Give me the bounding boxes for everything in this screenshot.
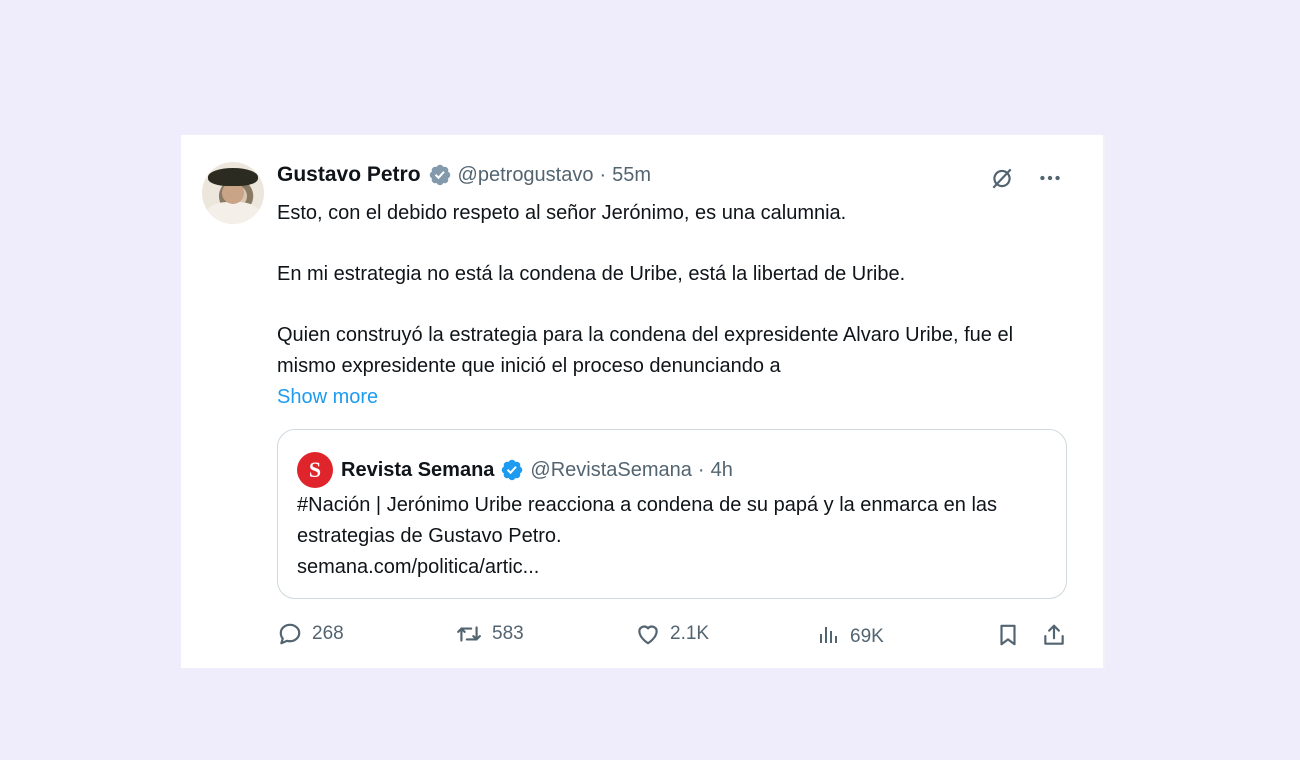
- quoted-paragraph: #Nación | Jerónimo Uribe reacciona a con…: [297, 494, 998, 547]
- reply-count: 268: [312, 623, 344, 644]
- author-handle[interactable]: @petrogustavo: [458, 164, 594, 187]
- separator: ·: [599, 163, 607, 186]
- tweet-paragraph: En mi estrategia no está la condena de U…: [277, 263, 906, 285]
- timestamp[interactable]: 55m: [612, 164, 651, 187]
- tweet-text: Esto, con el debido respeto al señor Jer…: [277, 198, 1037, 413]
- semana-logo[interactable]: S: [297, 452, 333, 488]
- verified-badge-icon: [500, 458, 524, 482]
- reply-button[interactable]: 268: [277, 621, 344, 647]
- tweet-paragraph: Quien construyó la estrategia para la co…: [277, 324, 1014, 377]
- quoted-header: S Revista Semana @RevistaSemana · 4h: [297, 452, 733, 488]
- tweet-header: Gustavo Petro @petrogustavo · 55m: [277, 163, 651, 187]
- more-icon[interactable]: [1037, 165, 1063, 191]
- quoted-tweet[interactable]: S Revista Semana @RevistaSemana · 4h #Na…: [277, 429, 1067, 599]
- like-count: 2.1K: [670, 623, 710, 644]
- tweet-paragraph: Esto, con el debido respeto al señor Jer…: [277, 202, 847, 224]
- quoted-text: #Nación | Jerónimo Uribe reacciona a con…: [297, 490, 1057, 583]
- divider: [1103, 135, 1105, 668]
- tweet-top-actions: [989, 165, 1063, 191]
- separator: ·: [697, 458, 705, 481]
- show-more-link[interactable]: Show more: [277, 382, 378, 413]
- quoted-timestamp: 4h: [710, 458, 733, 481]
- quoted-author-handle: @RevistaSemana: [530, 458, 692, 481]
- verified-badge-icon: [428, 163, 452, 187]
- grok-icon[interactable]: [989, 165, 1015, 191]
- share-button[interactable]: [1041, 621, 1067, 649]
- like-button[interactable]: 2.1K: [635, 621, 709, 647]
- views-button[interactable]: 69K: [817, 621, 884, 647]
- repost-count: 583: [492, 623, 524, 644]
- quoted-link[interactable]: semana.com/politica/artic...: [297, 552, 1057, 583]
- quoted-author-name: Revista Semana: [341, 458, 495, 481]
- author-name[interactable]: Gustavo Petro: [277, 163, 421, 187]
- bookmark-button[interactable]: [995, 621, 1021, 649]
- view-count: 69K: [850, 626, 884, 647]
- avatar[interactable]: [202, 162, 264, 224]
- tweet-card[interactable]: Gustavo Petro @petrogustavo · 55m Esto, …: [181, 135, 1105, 668]
- engagement-bar: 268 583 2.1K 69K: [277, 621, 1070, 653]
- repost-button[interactable]: 583: [455, 621, 524, 647]
